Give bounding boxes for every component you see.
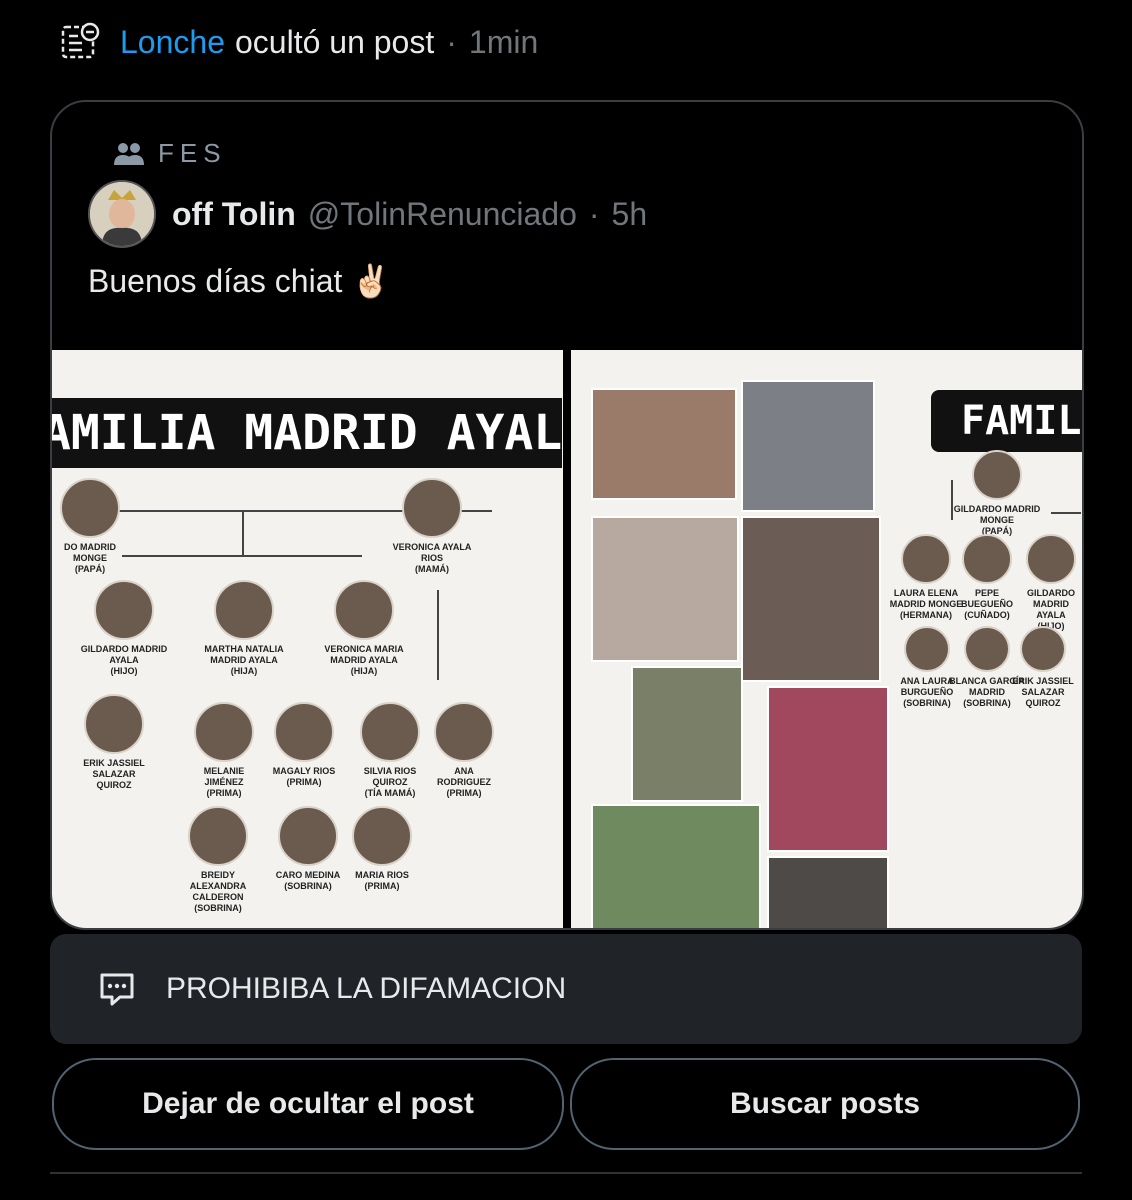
person-label: VERONICA MARIA MADRID AYALA (HIJA) [324, 644, 404, 676]
person-label: GILDARDO MADRID AYALA (HIJO) [1027, 588, 1075, 631]
post-text: Buenos días chiat ✌🏻 [88, 263, 392, 299]
person-label: ERIK JASSIEL SALAZAR QUIROZ [1012, 676, 1074, 708]
person-node: DO MADRID MONGE (PAPÁ) [52, 478, 140, 575]
community-label[interactable]: FES [112, 138, 227, 169]
person-label: GILDARDO MADRID AYALA (HIJO) [80, 644, 168, 676]
search-posts-button[interactable]: Buscar posts [570, 1058, 1080, 1150]
person-node: GILDARDO MADRID AYALA (HIJO) [1011, 534, 1082, 632]
person-node: MAGALY RIOS (PRIMA) [254, 702, 354, 788]
person-node: GILDARDO MADRID AYALA (HIJO) [74, 580, 174, 677]
person-label: ERIK JASSIEL SALAZAR QUIROZ [83, 758, 145, 790]
hidden-post-icon [61, 22, 100, 59]
person-label: SILVIA RIOS QUIROZ (TÍA MAMÁ) [363, 766, 417, 798]
post-time[interactable]: 5h [612, 196, 648, 233]
person-label: MARTHA NATALIA MADRID AYALA (HIJA) [204, 644, 284, 676]
person-label: MELANIE JIMÉNEZ (PRIMA) [203, 766, 245, 798]
media-image-left[interactable]: AMILIA MADRID AYALA DO MADRID MONGE (PAP… [52, 350, 563, 928]
community-icon [114, 142, 144, 165]
person-label: ANA RODRIGUEZ (PRIMA) [437, 766, 491, 798]
hidden-post-card[interactable]: FES off Tolin @TolinRenunciado · 5h Buen… [50, 100, 1084, 930]
notice-action: ocultó un post [234, 23, 435, 60]
person-node: VERONICA MARIA MADRID AYALA (HIJA) [314, 580, 414, 677]
person-label: MARIA RIOS (PRIMA) [355, 870, 409, 891]
divider [50, 1172, 1082, 1174]
person-label: MAGALY RIOS (PRIMA) [272, 766, 336, 787]
hide-reason-text: PROHIBIBA LA DIFAMACION [166, 972, 567, 1005]
family-tree-banner-right: FAMILI [931, 390, 1082, 452]
person-label: CARO MEDINA (SOBRINA) [275, 870, 341, 891]
author-separator: · [588, 195, 600, 232]
author-avatar[interactable] [88, 180, 156, 248]
person-node: ERIK JASSIEL SALAZAR QUIROZ [64, 694, 164, 791]
person-node: GILDARDO MADRID MONGE (PAPÁ) [947, 450, 1047, 537]
person-node: MARIA RIOS (PRIMA) [332, 806, 432, 892]
person-node: MARTHA NATALIA MADRID AYALA (HIJA) [194, 580, 294, 677]
person-label: GILDARDO MADRID MONGE (PAPÁ) [953, 504, 1041, 536]
media-image-right[interactable]: FAMILI GILDARDO MADRID MONGE (PAPÁ) LAUR… [571, 350, 1082, 928]
notice-separator: · [446, 23, 457, 60]
post-media[interactable]: AMILIA MADRID AYALA DO MADRID MONGE (PAP… [52, 350, 1082, 928]
post-author: off Tolin @TolinRenunciado · 5h [88, 180, 647, 248]
hidden-post-notice: Lonche ocultó un post · 1min [60, 18, 538, 66]
notice-time: 1min [468, 23, 539, 60]
person-node: ANA RODRIGUEZ (PRIMA) [414, 702, 514, 799]
unhide-post-button[interactable]: Dejar de ocultar el post [52, 1058, 564, 1150]
person-node: VERONICA AYALA RIOS (MAMÁ) [382, 478, 482, 575]
person-label: BREIDY ALEXANDRA CALDERON (SOBRINA) [189, 870, 247, 913]
person-label: ANA LAURA BURGUEÑO (SOBRINA) [900, 676, 954, 708]
author-handle[interactable]: @TolinRenunciado [308, 196, 577, 233]
family-tree-banner: AMILIA MADRID AYALA [52, 398, 563, 468]
comment-icon [100, 973, 134, 1006]
hide-reason: PROHIBIBA LA DIFAMACION [50, 934, 1082, 1044]
notice-user-link[interactable]: Lonche [120, 24, 225, 61]
person-node: ERIK JASSIEL SALAZAR QUIROZ [1007, 626, 1079, 709]
person-label: DO MADRID MONGE (PAPÁ) [64, 542, 116, 574]
community-name: FES [158, 138, 227, 168]
person-label: PEPE BUEGUEÑO (CUÑADO) [960, 588, 1013, 620]
author-name[interactable]: off Tolin [172, 196, 296, 233]
person-label: VERONICA AYALA RIOS (MAMÁ) [392, 542, 472, 574]
person-node: BREIDY ALEXANDRA CALDERON (SOBRINA) [168, 806, 268, 914]
